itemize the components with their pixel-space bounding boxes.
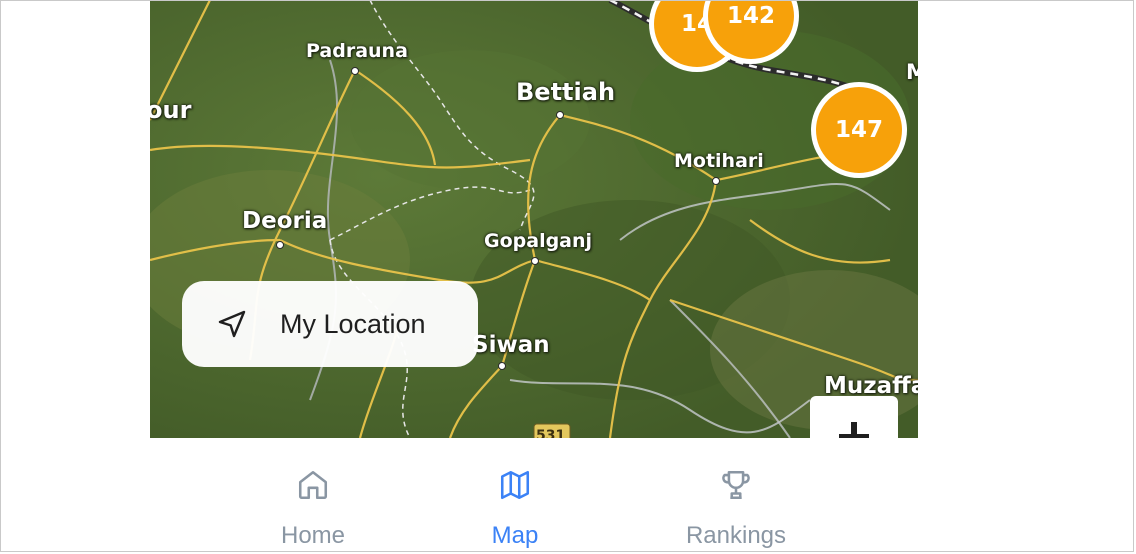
highway-shield-label: 531 — [536, 428, 566, 438]
city-dot-motihari — [712, 177, 720, 185]
cluster-count: 147 — [816, 87, 902, 173]
my-location-button[interactable]: My Location — [182, 281, 478, 367]
marker-cluster-147[interactable]: 147 — [811, 82, 907, 178]
city-label-deoria: Deoria — [242, 208, 328, 234]
city-dot-deoria — [276, 241, 284, 249]
city-dot-gopalganj — [531, 257, 539, 265]
city-label-siwan: Siwan — [472, 332, 550, 358]
trophy-icon — [722, 470, 750, 500]
city-label-padrauna: Padrauna — [306, 40, 408, 62]
map-icon — [500, 470, 530, 500]
nav-home-label: Home — [280, 522, 346, 549]
home-icon — [298, 470, 328, 500]
city-label-gopalganj: Gopalganj — [484, 230, 593, 252]
city-label-partial-right: M — [906, 60, 918, 84]
satellite-map[interactable]: Padrauna Bettiah Motihari Deoria Gopalga… — [150, 0, 918, 438]
navigation-arrow-icon — [218, 310, 246, 338]
nav-home[interactable]: Home — [223, 468, 403, 550]
nav-map-label: Map — [491, 522, 539, 549]
city-label-bettiah: Bettiah — [516, 78, 616, 106]
nav-map[interactable]: Map — [425, 468, 605, 550]
city-dot-siwan — [498, 362, 506, 370]
my-location-label: My Location — [280, 308, 426, 339]
city-label-partial-left: our — [150, 96, 192, 124]
nav-rankings-label: Rankings — [685, 522, 787, 549]
nav-rankings[interactable]: Rankings — [646, 468, 826, 550]
city-label-motihari: Motihari — [674, 150, 764, 172]
city-dot-padrauna — [351, 67, 359, 75]
cluster-count: 142 — [708, 0, 794, 59]
city-dot-bettiah — [556, 111, 564, 119]
